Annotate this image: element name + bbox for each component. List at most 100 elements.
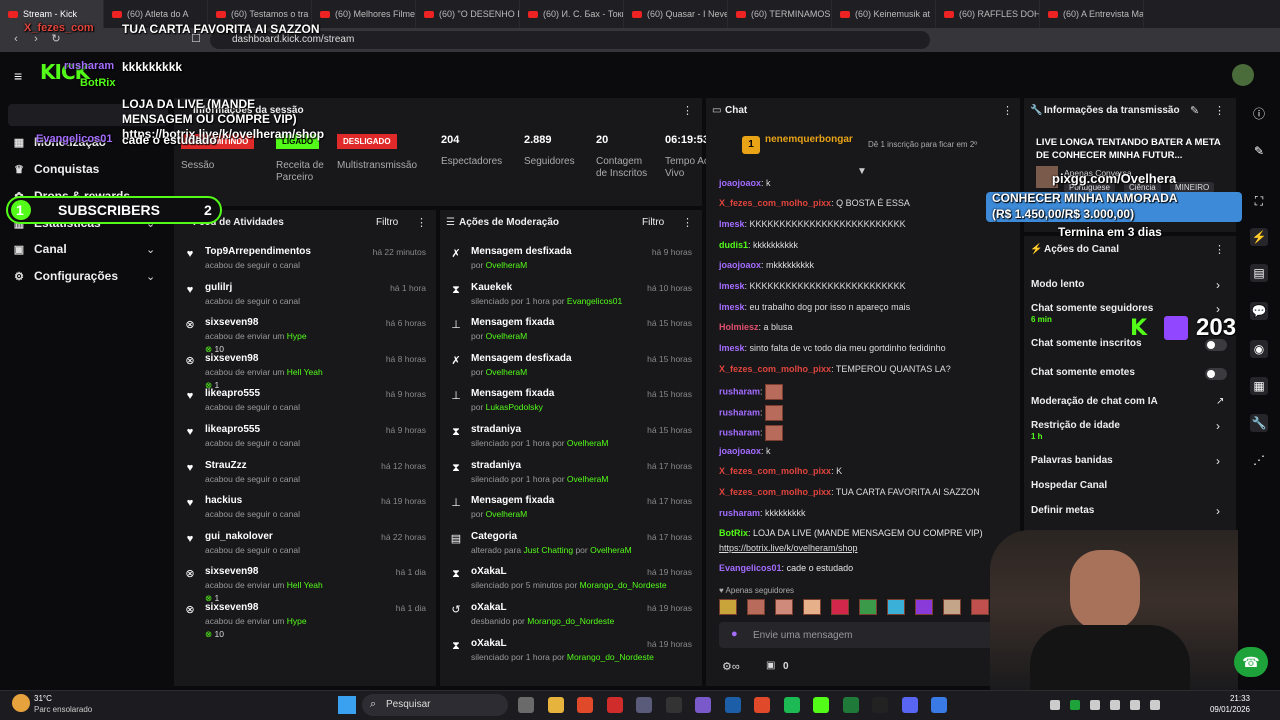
taskbar-app-icon[interactable] xyxy=(842,697,859,713)
activity-user[interactable]: likeapro555 xyxy=(205,388,260,399)
list-item[interactable]: ♥ gulilrj acabou de seguir o canal há 1 ho… xyxy=(182,282,430,316)
moderation-user[interactable]: OvelheraM xyxy=(567,474,609,484)
list-item[interactable]: ♥ gui_nakolover acabou de seguir o canal h… xyxy=(182,531,430,565)
reload-icon[interactable]: ↻ xyxy=(50,33,62,45)
chevron-down-icon[interactable]: ⌄ xyxy=(146,270,155,283)
browser-tab[interactable]: (60) "O DESENHO D xyxy=(416,0,520,28)
channel-action-chat-somente-inscritos[interactable]: Chat somente inscritos xyxy=(1031,338,1142,349)
list-item[interactable]: ⧗ oXakaL silenciado por 1 hora por Morango… xyxy=(448,638,696,672)
emote-icon[interactable] xyxy=(775,599,793,615)
list-item[interactable]: ✗ Mensagem desfixada por OvelheraM há 15 ho… xyxy=(448,353,696,387)
browser-tab[interactable]: (60) Quasar - I Neve xyxy=(624,0,728,28)
moderation-action[interactable]: stradaniya xyxy=(471,460,521,471)
moderation-action[interactable]: oXakaL xyxy=(471,566,507,577)
moderation-filter-button[interactable]: Filtro xyxy=(642,217,664,228)
moderation-user[interactable]: LukasPodolsky xyxy=(486,402,543,412)
botrix-link[interactable]: https://botrix.live/k/ovelheram/shop xyxy=(719,543,858,553)
activity-user[interactable]: Top9Arrependimentos xyxy=(205,246,311,257)
clipboard-icon[interactable]: ▤ xyxy=(1250,264,1268,282)
share-icon[interactable]: ⋰ xyxy=(1250,451,1268,469)
list-item[interactable]: ⊗ sixseven98 acabou de enviar um Hell Yeah… xyxy=(182,566,430,603)
activity-user[interactable]: sixseven98 xyxy=(205,566,258,577)
moderation-action[interactable]: Kauekek xyxy=(471,282,512,293)
moderation-user[interactable]: OvelheraM xyxy=(486,331,528,341)
sidebar-item-conquistas[interactable]: ♛ Conquistas xyxy=(12,162,99,176)
moderation-user[interactable]: Just Chatting xyxy=(523,545,573,555)
list-item[interactable]: ✗ Mensagem desfixada por OvelheraM há 9 hor… xyxy=(448,246,696,280)
leaderboard-user[interactable]: nenemquerbongar xyxy=(765,134,853,145)
chat-username[interactable]: X_fezes_com_molho_pixx xyxy=(719,466,831,476)
taskbar-app-icon[interactable] xyxy=(577,697,593,713)
chat-username[interactable]: lmesk xyxy=(719,281,745,291)
chat-username[interactable]: lmesk xyxy=(719,219,745,229)
emote-bar[interactable] xyxy=(719,599,1009,617)
tray-icon[interactable] xyxy=(1090,700,1100,710)
settings-icon[interactable]: ⚙∞ xyxy=(722,660,740,673)
list-item[interactable]: ⊥ Mensagem fixada por OvelheraM há 15 horas xyxy=(448,317,696,351)
pencil-icon[interactable]: ✎ xyxy=(1250,142,1268,160)
mic-icon[interactable]: ● xyxy=(731,628,738,640)
list-item[interactable]: ♥ Top9Arrependimentos acabou de seguir o c… xyxy=(182,246,430,280)
moderation-action[interactable]: Mensagem fixada xyxy=(471,495,554,506)
moderation-action[interactable]: oXakaL xyxy=(471,602,507,613)
taskbar-app-icon[interactable] xyxy=(872,697,888,713)
channel-action-hospedar-canal[interactable]: Hospedar Canal xyxy=(1031,480,1107,491)
activity-user[interactable]: StrauZzz xyxy=(205,460,247,471)
chat-username[interactable]: Evangelicos01 xyxy=(719,563,782,573)
activity-more-icon[interactable]: ⋮ xyxy=(416,216,427,229)
tray-icon[interactable] xyxy=(1130,700,1140,710)
chevron-right-icon[interactable]: › xyxy=(1216,454,1220,468)
moderation-user[interactable]: OvelheraM xyxy=(486,260,528,270)
activity-user[interactable]: sixseven98 xyxy=(205,353,258,364)
channel-action-palavras-banidas[interactable]: Palavras banidas xyxy=(1031,455,1113,466)
chat-username[interactable]: X_fezes_com_molho_pixx xyxy=(719,198,831,208)
emote-icon[interactable] xyxy=(831,599,849,615)
taskbar-app-icon[interactable] xyxy=(547,697,564,713)
list-item[interactable]: ⊥ Mensagem fixada por LukasPodolsky há 15 h… xyxy=(448,388,696,422)
info-icon[interactable]: ⓘ xyxy=(1250,105,1268,123)
moderation-action[interactable]: Mensagem fixada xyxy=(471,388,554,399)
more-icon[interactable]: ⋮ xyxy=(682,104,693,117)
tray-icon[interactable] xyxy=(1070,700,1080,710)
chat-username[interactable]: rusharam xyxy=(719,508,760,518)
list-item[interactable]: ⧗ stradaniya silenciado por 1 hora por Ove… xyxy=(448,460,696,494)
tray-icon[interactable] xyxy=(1050,700,1060,710)
channel-action-modo-lento[interactable]: Modo lento xyxy=(1031,279,1084,290)
collapse-icon[interactable]: ▼ xyxy=(857,166,867,177)
browser-tab[interactable]: (60) RAFFLES DOHA xyxy=(936,0,1040,28)
browser-tab[interactable]: (60) A Entrevista Ma xyxy=(1040,0,1144,28)
emote-icon[interactable] xyxy=(887,599,905,615)
channel-action-modera-o-de-chat-com-ia[interactable]: Moderação de chat com IA xyxy=(1031,396,1158,407)
list-item[interactable]: ⊥ Mensagem fixada por OvelheraM há 17 horas xyxy=(448,495,696,529)
taskbar-app-icon[interactable] xyxy=(901,697,918,713)
channel-action-restri-o-de-idade[interactable]: Restrição de idade xyxy=(1031,420,1120,431)
emote-icon[interactable] xyxy=(971,599,989,615)
list-item[interactable]: ⊗ sixseven98 acabou de enviar um Hell Yeah… xyxy=(182,353,430,390)
chevron-right-icon[interactable]: › xyxy=(1216,504,1220,518)
broadcast-icon[interactable]: ◉ xyxy=(1250,340,1268,358)
taskbar-app-icon[interactable] xyxy=(636,697,652,713)
activity-filter-button[interactable]: Filtro xyxy=(376,217,398,228)
list-item[interactable]: ▤ Categoria alterado para Just Chatting po… xyxy=(448,531,696,565)
moderation-user[interactable]: OvelheraM xyxy=(567,438,609,448)
moderation-more-icon[interactable]: ⋮ xyxy=(682,216,693,229)
phone-icon[interactable]: ☎ xyxy=(1234,647,1268,677)
list-item[interactable]: ⧗ Kauekek silenciado por 1 hora por Evange… xyxy=(448,282,696,316)
browser-tab[interactable]: (60) TERMINAMOS xyxy=(728,0,832,28)
chat-username[interactable]: lmesk xyxy=(719,302,745,312)
external-link-icon[interactable]: ↗ xyxy=(1216,396,1224,407)
moderation-action[interactable]: Categoria xyxy=(471,531,517,542)
crop-icon[interactable]: ⛶ xyxy=(1250,192,1268,210)
list-item[interactable]: ⊗ sixseven98 acabou de enviar um Hype há 6 … xyxy=(182,317,430,354)
browser-tab[interactable]: (60) И. С. Бах - Токк xyxy=(520,0,624,28)
taskbar-app-icon[interactable] xyxy=(813,697,829,713)
chevron-right-icon[interactable]: › xyxy=(1216,278,1220,292)
emote-icon[interactable] xyxy=(859,599,877,615)
tools-icon[interactable]: 🔧 xyxy=(1250,414,1268,432)
moderation-action[interactable]: Mensagem fixada xyxy=(471,317,554,328)
chat-username[interactable]: rusharam xyxy=(719,407,760,417)
moderation-user[interactable]: Morango_do_Nordeste xyxy=(567,652,654,662)
stream-info-more-icon[interactable]: ⋮ xyxy=(1214,104,1225,117)
avatar[interactable] xyxy=(1232,64,1254,86)
list-item[interactable]: ↺ oXakaL desbanido por Morango_do_Nordeste… xyxy=(448,602,696,636)
